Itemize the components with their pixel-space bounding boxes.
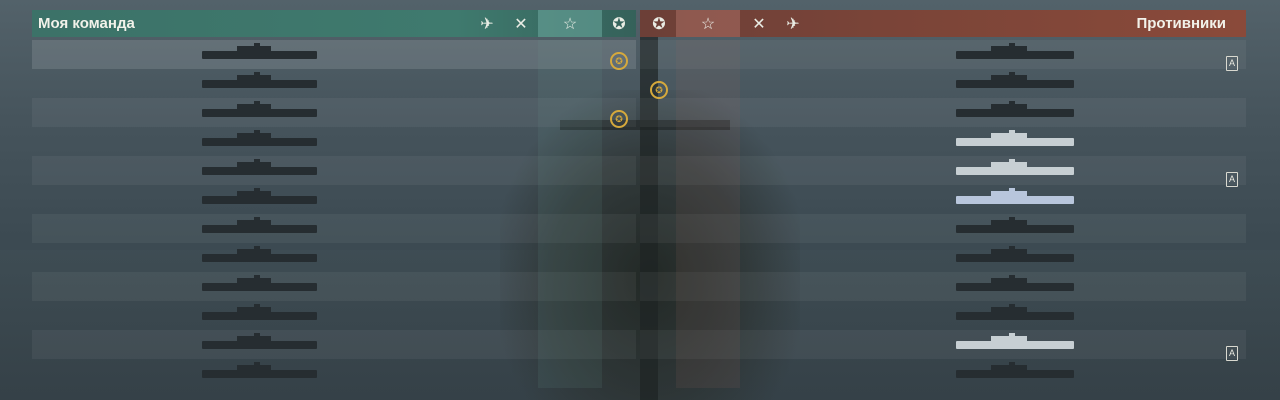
enemy-row[interactable] (640, 214, 1246, 243)
enemy-row[interactable]: A (640, 330, 1246, 361)
score-column-bg (538, 98, 602, 127)
ship-silhouette-icon (956, 188, 1074, 204)
my-team-title: Моя команда (38, 15, 135, 32)
enemy-row[interactable]: ✪ (640, 69, 1246, 99)
player-row[interactable] (32, 301, 636, 330)
ship-silhouette-icon (956, 130, 1074, 146)
ship-silhouette-icon (956, 159, 1074, 175)
score-column-bg (676, 330, 740, 359)
score-column-bg (538, 69, 602, 98)
enemy-row[interactable] (640, 185, 1246, 214)
medal-icon: ✪ (652, 15, 666, 33)
ship-silhouette-icon (202, 304, 317, 320)
score-column-bg (538, 359, 602, 388)
my-team-header: Моя команда ✈ ✕ ☆ ✪ (32, 10, 636, 37)
medal-icon: ✪ (612, 15, 626, 33)
player-row[interactable]: ✪ (32, 40, 636, 70)
player-row[interactable] (32, 272, 636, 301)
score-column-bg (538, 127, 602, 156)
ship-silhouette-icon (202, 159, 317, 175)
enemy-row[interactable] (640, 301, 1246, 330)
player-row[interactable] (32, 359, 636, 388)
player-row[interactable] (32, 214, 636, 243)
ship-silhouette-icon (202, 101, 317, 117)
enemy-row[interactable] (640, 359, 1246, 388)
score-column-bg (676, 301, 740, 330)
ship-silhouette-icon (956, 217, 1074, 233)
ship-silhouette-icon (956, 246, 1074, 262)
score-column-bg (676, 243, 740, 272)
my-team-list: ✪ ✪ (32, 40, 636, 388)
score-column-bg (676, 156, 740, 185)
crossed-planes-icon: ✕ (752, 15, 766, 33)
enemy-team-panel: ✪ ☆ ✕ ✈ Противники A ✪ A A (640, 10, 1246, 388)
enemy-team-list: A ✪ A A (640, 40, 1246, 388)
ship-silhouette-icon (202, 333, 317, 349)
player-row[interactable]: ✪ (32, 98, 636, 128)
player-row[interactable] (32, 127, 636, 156)
enemy-team-header: ✪ ☆ ✕ ✈ Противники (640, 10, 1246, 37)
ship-silhouette-icon (956, 101, 1074, 117)
plane-icon: ✈ (786, 15, 800, 33)
star-icon: ☆ (676, 10, 740, 37)
score-column-bg (676, 40, 740, 69)
score-column-bg (538, 301, 602, 330)
score-column-bg (538, 243, 602, 272)
medal-icon: ✪ (610, 52, 628, 70)
ship-silhouette-icon (956, 72, 1074, 88)
enemy-row[interactable]: A (640, 156, 1246, 187)
score-column-bg (676, 214, 740, 243)
enemy-row[interactable] (640, 98, 1246, 127)
player-row[interactable] (32, 243, 636, 272)
score-column-bg (676, 127, 740, 156)
score-column-bg (538, 272, 602, 301)
ship-silhouette-icon (202, 362, 317, 378)
score-column-bg (676, 272, 740, 301)
ship-silhouette-icon (956, 362, 1074, 378)
ship-silhouette-icon (202, 43, 317, 59)
my-team-panel: Моя команда ✈ ✕ ☆ ✪ ✪ ✪ (32, 10, 636, 388)
ship-silhouette-icon (956, 275, 1074, 291)
ship-silhouette-icon (956, 333, 1074, 349)
enemy-row[interactable]: A (640, 40, 1246, 71)
score-column-bg (676, 69, 740, 98)
ship-silhouette-icon (202, 246, 317, 262)
player-row[interactable] (32, 69, 636, 98)
ship-silhouette-icon (202, 217, 317, 233)
ship-silhouette-icon (202, 188, 317, 204)
score-column-bg (676, 359, 740, 388)
enemy-team-title: Противники (1136, 15, 1226, 32)
crossed-planes-icon: ✕ (514, 15, 528, 33)
player-row[interactable] (32, 185, 636, 214)
score-column-bg (538, 214, 602, 243)
score-column-bg (676, 98, 740, 127)
player-row[interactable] (32, 330, 636, 359)
medal-icon: ✪ (650, 81, 668, 99)
enemy-row[interactable] (640, 127, 1246, 156)
enemy-row[interactable] (640, 243, 1246, 272)
score-column-bg (538, 330, 602, 359)
ship-silhouette-icon (202, 72, 317, 88)
enemy-row[interactable] (640, 272, 1246, 301)
medal-icon: ✪ (610, 110, 628, 128)
plane-icon: ✈ (480, 15, 494, 33)
ship-silhouette-icon (202, 275, 317, 291)
score-column-bg (676, 185, 740, 214)
star-icon: ☆ (538, 10, 602, 37)
score-column-bg (538, 40, 602, 69)
ship-silhouette-icon (202, 130, 317, 146)
ship-silhouette-icon (956, 304, 1074, 320)
player-row[interactable] (32, 156, 636, 185)
score-column-bg (538, 156, 602, 185)
ship-silhouette-icon (956, 43, 1074, 59)
score-column-bg (538, 185, 602, 214)
